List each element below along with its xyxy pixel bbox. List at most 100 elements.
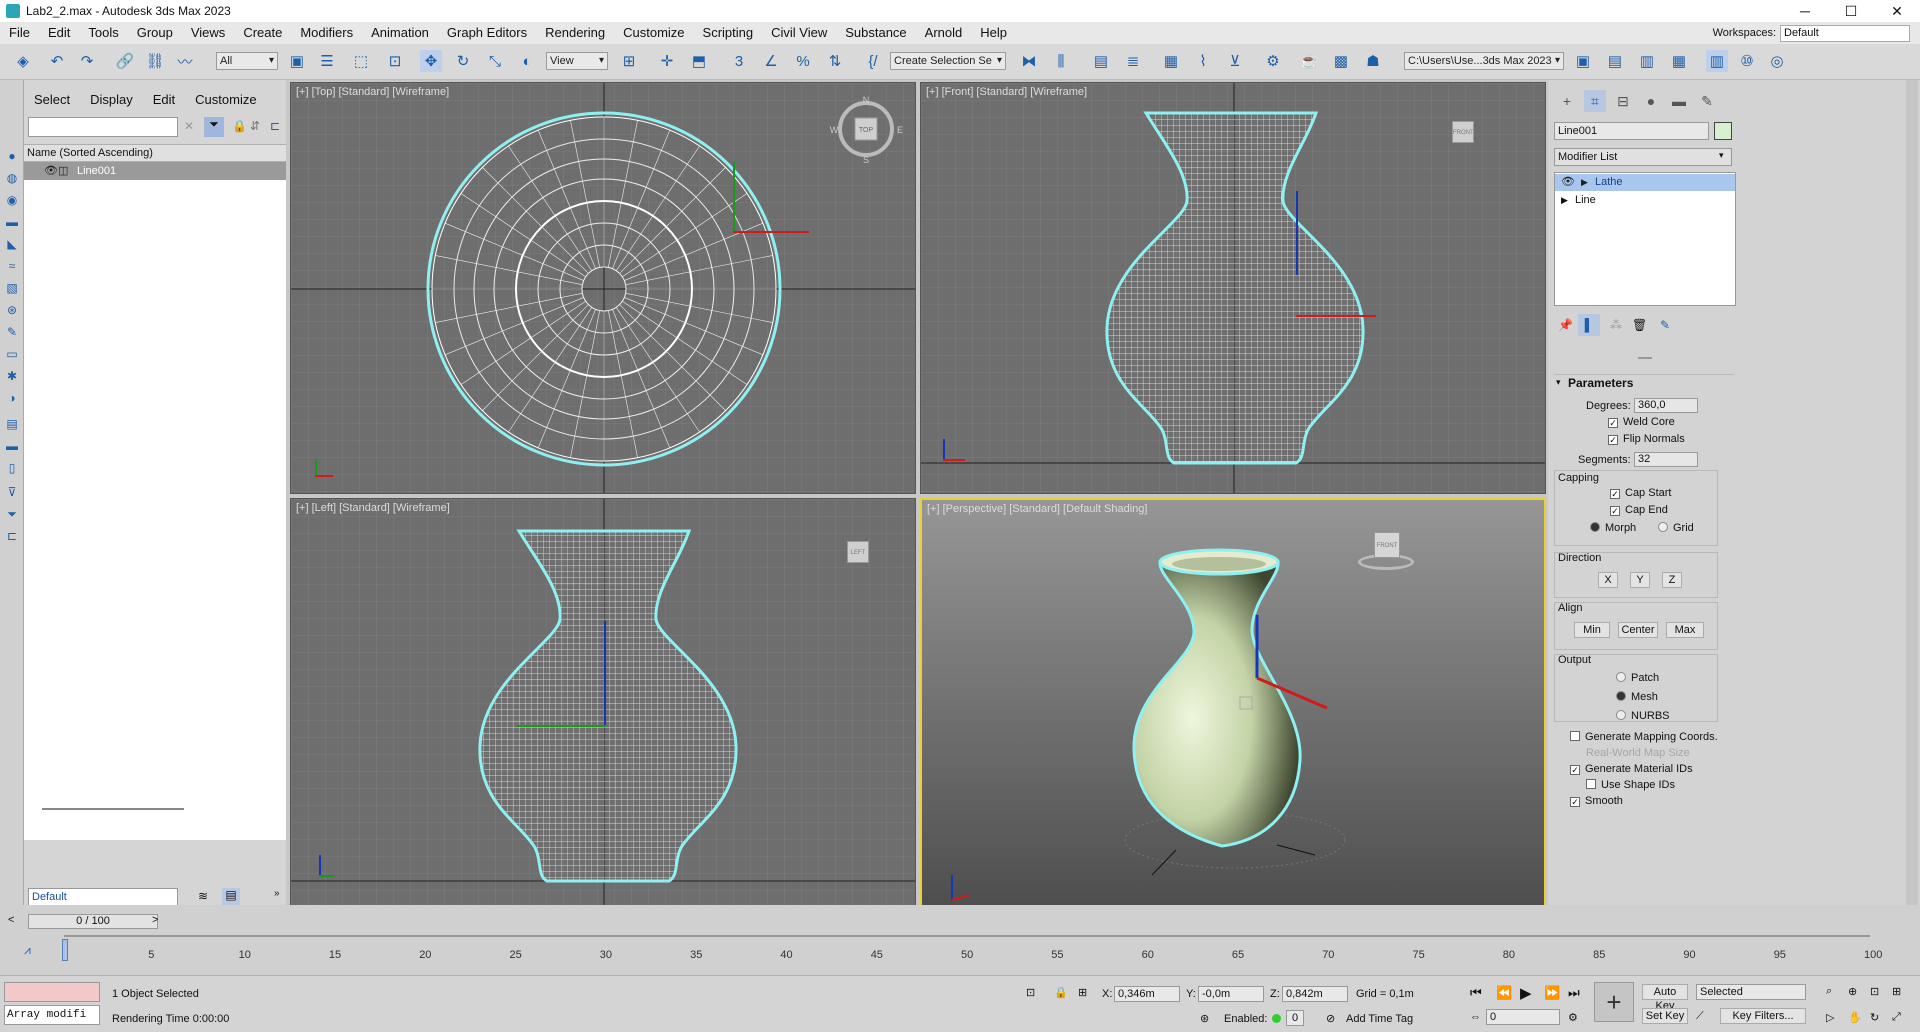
time-cursor[interactable] <box>62 939 68 961</box>
expand-triangle-icon[interactable]: ▶ <box>1561 192 1568 209</box>
isolate-selection-icon[interactable]: ⊡ <box>1026 986 1035 999</box>
render-iterative-icon[interactable]: ▦ <box>1668 50 1690 72</box>
named-selection-icon[interactable]: {/ <box>862 50 884 72</box>
menu-group[interactable]: Group <box>128 22 182 44</box>
object-name-field[interactable]: Line001 <box>1554 122 1709 140</box>
menu-edit[interactable]: Edit <box>39 22 79 44</box>
create-tab-icon[interactable]: + <box>1556 90 1578 112</box>
a360-icon[interactable]: ⑩ <box>1736 50 1758 72</box>
groups-icon[interactable]: ⊛ <box>4 302 20 318</box>
direction-z-button[interactable]: Z <box>1662 572 1682 588</box>
placement-icon[interactable]: ◐ <box>516 50 538 72</box>
explorer-search-input[interactable] <box>28 117 178 137</box>
explorer-row-line001[interactable]: 👁 ◫ Line001 <box>24 162 286 180</box>
viewcube-front[interactable]: FRONT <box>1452 121 1474 143</box>
project-folder-icon[interactable]: ▣ <box>1572 50 1594 72</box>
reference-coord-dropdown[interactable]: View <box>546 52 608 70</box>
list-icon[interactable]: ▤ <box>4 416 20 432</box>
mini-curve-editor-icon[interactable]: ⩘ <box>24 943 31 958</box>
pin-stack-icon[interactable]: 📌 <box>1558 318 1573 332</box>
zoom-icon[interactable]: ⌕ <box>1826 985 1832 998</box>
smooth-checkbox[interactable]: ✓ Smooth <box>1570 795 1623 807</box>
previous-frame-icon[interactable]: ⏪ <box>1496 985 1512 1001</box>
close-button[interactable]: ✕ <box>1874 3 1920 20</box>
modifier-list-dropdown[interactable]: Modifier List <box>1554 148 1732 166</box>
viewport-layout-icon[interactable]: ▥ <box>1706 50 1728 72</box>
compass-icon[interactable]: TOP N S E W <box>826 83 906 173</box>
rect-selection-icon[interactable]: ⬚ <box>350 50 372 72</box>
select-object-icon[interactable]: ▣ <box>286 50 308 72</box>
material-editor-icon[interactable]: ⚙ <box>1262 50 1284 72</box>
menu-help[interactable]: Help <box>971 22 1016 44</box>
explorer-tab-edit[interactable]: Edit <box>153 92 175 107</box>
time-config-icon[interactable]: ⚙ <box>1568 1011 1578 1024</box>
menu-customize[interactable]: Customize <box>614 22 693 44</box>
spinner-snap-icon[interactable]: ⇅ <box>824 50 846 72</box>
mesh-radio[interactable]: Mesh <box>1616 691 1658 703</box>
render-icon[interactable]: ☗ <box>1362 50 1384 72</box>
layer-manager-icon[interactable]: ▤ <box>222 888 240 906</box>
snaps-toggle-icon[interactable]: 3 <box>728 50 750 72</box>
key-mode-icon[interactable]: ⇔ <box>1470 1011 1481 1023</box>
object-color-swatch[interactable] <box>1714 122 1732 140</box>
enabled-toggle[interactable]: 0 <box>1286 1010 1304 1026</box>
explorer-tree[interactable] <box>24 180 286 840</box>
degrees-spinner[interactable]: 360,0 <box>1634 398 1698 413</box>
project-path-dropdown[interactable]: C:\Users\Use...3ds Max 2023 <box>1404 52 1564 70</box>
current-frame-field[interactable]: 0 <box>1486 1009 1560 1025</box>
key-mode-dropdown[interactable]: Selected <box>1696 984 1806 1000</box>
hierarchy-tab-icon[interactable]: ⊟ <box>1612 90 1634 112</box>
explorer-tab-customize[interactable]: Customize <box>195 92 256 107</box>
helpers-icon[interactable]: ≈ <box>4 258 20 274</box>
explorer-tab-display[interactable]: Display <box>90 92 133 107</box>
explorer-collapse-icon[interactable]: » <box>274 888 280 899</box>
set-key-button[interactable]: Set Key <box>1642 1008 1688 1024</box>
menu-arnold[interactable]: Arnold <box>916 22 972 44</box>
frozen-icon[interactable]: ◑ <box>4 390 20 406</box>
explorer-column-header[interactable]: Name (Sorted Ascending) <box>24 144 286 162</box>
viewport-front-label[interactable]: [+] [Front] [Standard] [Wireframe] <box>926 86 1087 98</box>
filter-icon[interactable]: ⊽ <box>4 484 20 500</box>
move-icon[interactable]: ✥ <box>420 50 442 72</box>
menu-create[interactable]: Create <box>234 22 291 44</box>
menu-views[interactable]: Views <box>182 22 234 44</box>
cap-start-checkbox[interactable]: ✓ Cap Start <box>1610 487 1671 499</box>
motion-tab-icon[interactable]: ● <box>1640 90 1662 112</box>
viewcube-left[interactable]: LEFT <box>847 541 869 563</box>
weld-core-checkbox[interactable]: ✓ Weld Core <box>1608 416 1675 428</box>
menu-rendering[interactable]: Rendering <box>536 22 614 44</box>
utilities-tab-icon[interactable]: ✎ <box>1696 90 1718 112</box>
maxscript-listener-pink[interactable] <box>4 982 100 1002</box>
adaptive-degradation-icon[interactable]: ⊛ <box>1200 1012 1209 1025</box>
use-shape-ids-checkbox[interactable]: Use Shape IDs <box>1586 779 1675 791</box>
viewport-top-label[interactable]: [+] [Top] [Standard] [Wireframe] <box>296 86 449 98</box>
stack-item-lathe[interactable]: 👁 ▶ Lathe <box>1555 174 1735 191</box>
segments-spinner[interactable]: 32 <box>1634 452 1698 467</box>
menu-graph-editors[interactable]: Graph Editors <box>438 22 536 44</box>
render-setup-icon[interactable]: ☕ <box>1298 50 1320 72</box>
go-to-start-icon[interactable]: ⏮ <box>1470 985 1482 1001</box>
viewport-perspective-label[interactable]: [+] [Perspective] [Standard] [Default Sh… <box>927 503 1147 515</box>
display-tab-icon[interactable]: ▬ <box>1668 90 1690 112</box>
shapes-icon[interactable]: ◉ <box>4 192 20 208</box>
generate-mapping-checkbox[interactable]: Generate Mapping Coords. <box>1570 731 1718 743</box>
key-filters-button[interactable]: Key Filters... <box>1720 1008 1806 1024</box>
menu-scripting[interactable]: Scripting <box>694 22 763 44</box>
zoom-all-icon[interactable]: ⊕ <box>1848 985 1857 998</box>
modify-tab-icon[interactable]: ⌗ <box>1584 90 1606 112</box>
visibility-eye-icon[interactable]: 👁 <box>44 162 58 180</box>
rollout-collapse-icon[interactable]: ▾ <box>1556 377 1561 388</box>
explorer-tab-select[interactable]: Select <box>34 92 70 107</box>
funnel-icon[interactable]: ⏷ <box>4 506 20 522</box>
front-gizmo-z-axis[interactable] <box>1296 191 1298 275</box>
rollout-divider[interactable] <box>1638 357 1652 359</box>
select-by-name-icon[interactable]: ☰ <box>316 50 338 72</box>
direction-x-button[interactable]: X <box>1598 572 1618 588</box>
schematic-view-icon[interactable]: ⊻ <box>1224 50 1246 72</box>
selection-lock-icon[interactable]: 🔒 <box>1054 986 1068 999</box>
undo-icon[interactable]: ↶ <box>46 50 68 72</box>
nurbs-radio[interactable]: NURBS <box>1616 710 1670 722</box>
go-to-end-icon[interactable]: ⏭ <box>1568 985 1580 1001</box>
maximize-button[interactable]: ☐ <box>1828 3 1874 20</box>
hierarchy-icon[interactable]: ⊏ <box>270 119 280 133</box>
